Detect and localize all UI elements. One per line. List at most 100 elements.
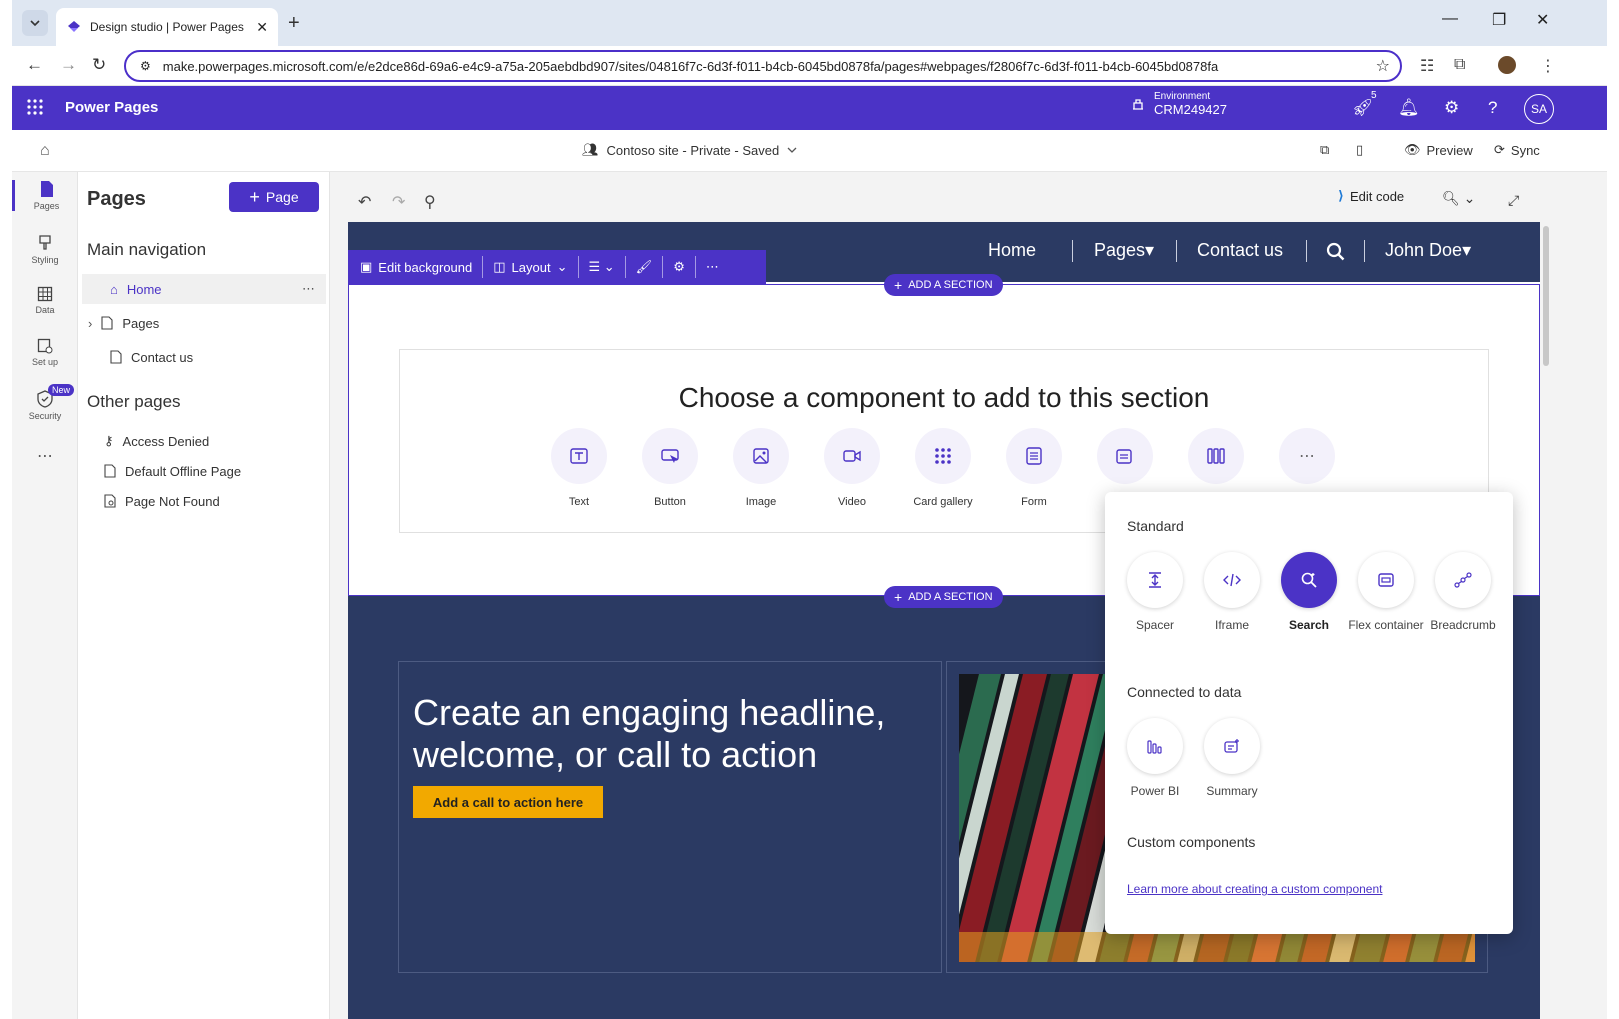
page-item-home[interactable]: ⌂ Home ⋯	[82, 274, 326, 304]
plus-icon: +	[894, 277, 903, 293]
component-label: Card gallery	[913, 496, 973, 508]
browser-menu-icon[interactable]: ⋮	[1540, 56, 1556, 76]
component-breadcrumb[interactable]: Breadcrumb	[1423, 552, 1503, 632]
rail-label: Data	[35, 305, 55, 315]
component-search[interactable]: Search	[1269, 552, 1349, 632]
mobile-view-icon[interactable]: ▯	[1356, 142, 1363, 158]
brush-icon	[39, 235, 51, 250]
edit-background-button[interactable]: ▣ Edit background	[360, 259, 472, 275]
environment-picker[interactable]: Environment CRM249427	[1130, 91, 1227, 117]
page-item-default-offline[interactable]: Default Offline Page	[104, 456, 241, 486]
rail-item-data[interactable]: Data	[12, 286, 78, 315]
page-item-access-denied[interactable]: ⚷ Access Denied	[104, 426, 209, 456]
more-options-icon[interactable]: ⋯	[302, 281, 315, 297]
page-item-contact-us[interactable]: Contact us	[110, 342, 193, 372]
rail-item-security[interactable]: New Security	[12, 384, 78, 421]
rail-item-pages[interactable]: Pages	[12, 180, 78, 211]
settings-gear-icon[interactable]: ⚙	[673, 259, 685, 275]
learn-more-link[interactable]: Learn more about creating a custom compo…	[1127, 882, 1382, 896]
extensions-icon[interactable]: ⧉	[1454, 56, 1465, 74]
zoom-dropdown[interactable]: 🔍︎ ⌄	[1442, 190, 1475, 207]
minimize-button[interactable]: —	[1442, 10, 1458, 28]
form-icon	[1026, 447, 1042, 465]
code-icon	[1223, 573, 1241, 587]
page-label: Contact us	[131, 349, 194, 365]
bell-icon[interactable]: 🔔︎	[1398, 98, 1420, 118]
undo-icon[interactable]: ↶	[358, 192, 371, 212]
site-nav-contact[interactable]: Contact us	[1197, 240, 1283, 261]
rail-more-icon[interactable]: ⋯	[12, 446, 78, 466]
home-icon[interactable]: ⌂	[40, 142, 50, 160]
component-power-bi[interactable]: Power BI	[1115, 718, 1195, 798]
add-section-top-button[interactable]: + ADD A SECTION	[884, 274, 1003, 296]
settings-gear-icon[interactable]: ⚙	[1444, 98, 1459, 118]
component-image[interactable]: Image	[716, 428, 806, 508]
component-card-gallery[interactable]: Card gallery	[898, 428, 988, 508]
power-pages-favicon-icon	[68, 21, 80, 32]
site-status-dropdown[interactable]: 👥︎ Contoso site - Private - Saved	[582, 142, 797, 158]
site-nav-home[interactable]: Home	[988, 240, 1036, 261]
app-name[interactable]: Power Pages	[65, 99, 158, 116]
component-summary[interactable]: Summary	[1192, 718, 1272, 798]
component-label: Power BI	[1130, 784, 1180, 798]
component-more[interactable]: ⋯	[1262, 428, 1352, 496]
close-tab-icon[interactable]: ✕	[256, 19, 268, 36]
site-info-icon[interactable]: ⚙	[140, 59, 151, 73]
component-button[interactable]: Button	[625, 428, 715, 508]
tab-list-button[interactable]	[22, 10, 48, 36]
component-form[interactable]: Form	[989, 428, 1079, 508]
component-text[interactable]: Text	[534, 428, 624, 508]
component-label: Spacer	[1135, 618, 1175, 632]
component-flex-container[interactable]: Flex container	[1346, 552, 1426, 632]
restore-button[interactable]: ❐	[1492, 10, 1506, 30]
preview-button[interactable]: 👁︎ Preview	[1404, 142, 1473, 158]
more-options-icon[interactable]: ⋯	[706, 259, 719, 275]
add-section-bottom-button[interactable]: + ADD A SECTION	[884, 586, 1003, 608]
site-nav-user[interactable]: John Doe▾	[1385, 240, 1471, 261]
copilot-icon[interactable]: ⧉	[1320, 142, 1329, 158]
select-tool-icon[interactable]: ⚲	[424, 192, 436, 212]
notifications-rocket-icon[interactable]: 🚀︎	[1352, 98, 1374, 118]
page-item-pages[interactable]: › Pages	[88, 308, 159, 338]
component-video[interactable]: Video	[807, 428, 897, 508]
forward-button[interactable]: →	[60, 55, 77, 75]
edit-code-button[interactable]: ⟩ Edit code	[1338, 188, 1404, 204]
page-label: Access Denied	[122, 433, 210, 449]
alignment-button[interactable]: ☰ ⌄	[589, 259, 615, 275]
url-field[interactable]: ⚙ make.powerpages.microsoft.com/e/e2dce8…	[124, 50, 1402, 82]
canvas-scrollbar[interactable]	[1543, 226, 1549, 366]
reload-button[interactable]: ↻	[92, 55, 106, 75]
add-page-button[interactable]: + Page	[229, 182, 319, 212]
component-list[interactable]	[1171, 428, 1261, 496]
sync-button[interactable]: ⟳ Sync	[1494, 142, 1540, 158]
component-spacer[interactable]: Spacer	[1115, 552, 1195, 632]
layout-button[interactable]: ◫ Layout ⌄	[493, 259, 567, 275]
back-button[interactable]: ←	[26, 55, 43, 75]
component-iframe[interactable]: Iframe	[1192, 552, 1272, 632]
site-search-icon[interactable]	[1326, 242, 1346, 262]
profile-avatar[interactable]	[1498, 56, 1516, 74]
page-label: Default Offline Page	[125, 463, 242, 479]
rail-item-styling[interactable]: Styling	[12, 234, 78, 265]
chevron-right-icon[interactable]: ›	[88, 316, 92, 331]
user-avatar[interactable]: SA	[1524, 94, 1554, 124]
cta-button[interactable]: Add a call to action here	[413, 786, 603, 818]
app-launcher-icon[interactable]	[26, 98, 44, 116]
rail-item-setup[interactable]: Set up	[12, 338, 78, 367]
close-window-button[interactable]: ✕	[1536, 10, 1549, 30]
help-icon[interactable]: ?	[1488, 98, 1497, 118]
reading-list-icon[interactable]: ☷	[1420, 56, 1434, 76]
style-brush-icon[interactable]: 🖌︎	[636, 259, 653, 275]
plus-icon: +	[249, 186, 260, 207]
page-item-page-not-found[interactable]: Page Not Found	[104, 486, 220, 516]
redo-icon[interactable]: ↷	[392, 192, 405, 212]
expand-icon[interactable]: ⤢	[1508, 192, 1519, 209]
browser-tab-active[interactable]: Design studio | Power Pages ✕	[56, 8, 278, 46]
new-tab-button[interactable]: +	[288, 12, 300, 35]
site-nav-pages[interactable]: Pages▾	[1094, 240, 1154, 261]
card-gallery-icon	[935, 448, 951, 464]
hero-headline[interactable]: Create an engaging headline, welcome, or…	[413, 692, 933, 776]
custom-components-heading: Custom components	[1127, 834, 1256, 850]
page-icon	[40, 181, 53, 197]
bookmark-star-icon[interactable]: ☆	[1376, 56, 1400, 76]
